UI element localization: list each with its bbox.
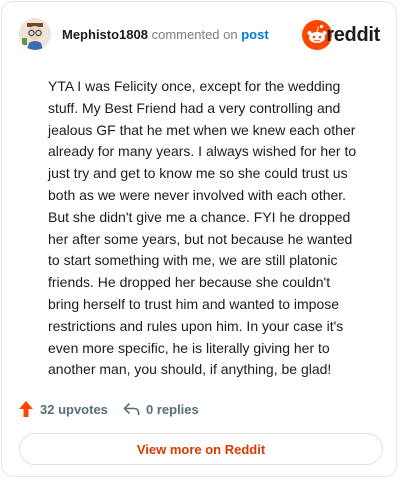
replies-count: 0 replies (146, 401, 199, 417)
view-more-button[interactable]: View more on Reddit (19, 433, 383, 465)
comment-actions: 32 upvotes 0 replies (18, 398, 378, 420)
upvotes-count: 32 upvotes (40, 401, 108, 417)
avatar[interactable] (19, 18, 51, 50)
comment-header: Mephisto1808 commented on post reddit (19, 18, 380, 52)
username[interactable]: Mephisto1808 (62, 27, 148, 42)
commented-text: commented on (151, 27, 238, 42)
comment-meta: Mephisto1808 commented on post (62, 27, 269, 43)
post-link[interactable]: post (241, 27, 268, 42)
reply-button[interactable]: 0 replies (123, 398, 199, 420)
upvote-button[interactable]: 32 upvotes (18, 398, 108, 420)
brand-name: reddit (326, 24, 380, 46)
reply-arrow-icon (123, 403, 140, 416)
comment-body: YTA I was Felicity once, except for the … (48, 78, 357, 378)
upvote-arrow-icon (19, 401, 33, 417)
embedded-comment-card: Mephisto1808 commented on post reddit YT… (1, 1, 397, 477)
